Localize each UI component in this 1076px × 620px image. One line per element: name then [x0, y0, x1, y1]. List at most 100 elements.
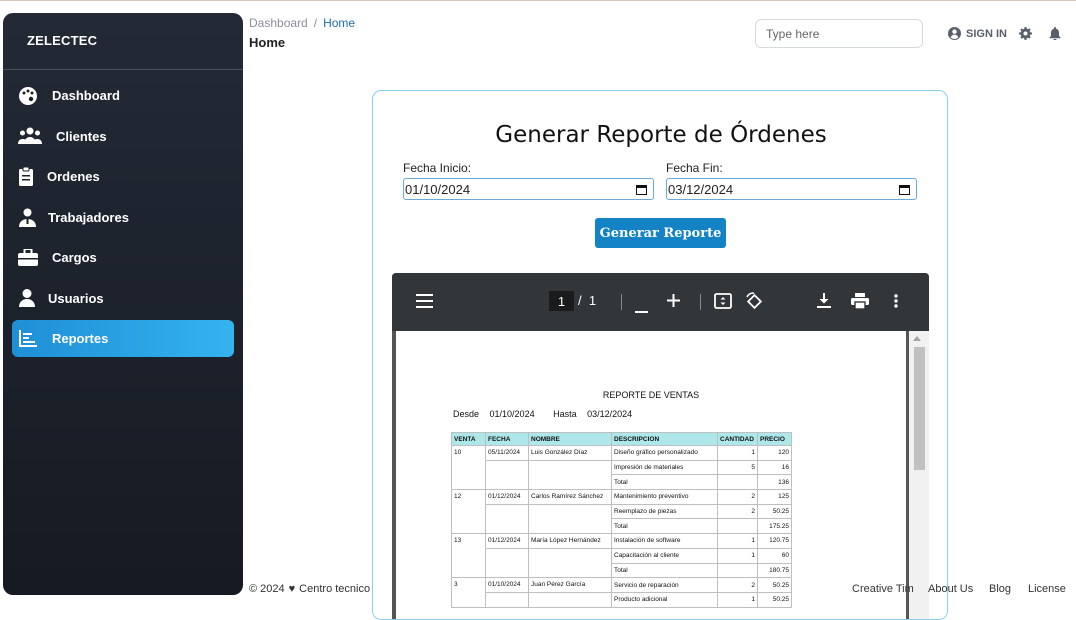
cell-precio: 60: [757, 547, 792, 564]
cell-fecha: [485, 547, 529, 579]
calendar-icon[interactable]: [899, 184, 910, 195]
rotate-icon[interactable]: [745, 292, 763, 315]
cell-cantidad: 2: [717, 489, 758, 505]
cell-nombre: Carlos Ramírez Sánchez: [528, 489, 612, 505]
sidebar-nav: Dashboard Clientes Ordenes Trabajadores …: [3, 77, 243, 361]
cell-nombre: Luis González Díaz: [528, 445, 612, 461]
gear-icon[interactable]: [1019, 27, 1032, 45]
sidebar-item-dashboard[interactable]: Dashboard: [12, 77, 234, 114]
search-input[interactable]: [755, 19, 923, 48]
table-row: 12 01/12/2024 Carlos Ramírez Sánchez Man…: [451, 489, 792, 535]
cell-cantidad: [717, 474, 758, 491]
toolbar-divider: [621, 294, 622, 310]
pdf-page: REPORTE DE VENTAS Desde 01/10/2024 Hasta…: [396, 331, 906, 619]
footer-link-blog[interactable]: Blog: [989, 583, 1011, 595]
start-date-value: 01/10/2024: [405, 181, 471, 197]
bell-icon[interactable]: [1049, 27, 1061, 45]
calendar-icon[interactable]: [636, 184, 647, 195]
end-date-value: 03/12/2024: [668, 181, 734, 197]
cell-descripcion: Total: [611, 474, 718, 491]
pdf-toolbar: 1 / 1: [392, 273, 929, 331]
cell-precio: 120.75: [757, 533, 792, 549]
cell-nombre: [528, 459, 612, 491]
sidebar-item-cargos[interactable]: Cargos: [12, 239, 234, 276]
end-date-input[interactable]: 03/12/2024: [666, 178, 917, 200]
cell-nombre: Juan Pérez García: [528, 577, 612, 593]
cell-fecha: 01/12/2024: [485, 533, 529, 549]
cell-descripcion: Impresión de materiales: [611, 459, 718, 476]
sidebar-item-ordenes[interactable]: Ordenes: [12, 158, 234, 195]
more-options-icon[interactable]: [894, 294, 898, 313]
footer-link-creative-tim[interactable]: Creative Tim: [852, 583, 914, 595]
sidebar-item-label: Dashboard: [52, 88, 120, 103]
from-label: Desde: [453, 409, 480, 419]
sidebar-item-label: Trabajadores: [48, 209, 129, 225]
generate-report-button[interactable]: Generar Reporte: [595, 218, 726, 248]
scroll-up-arrow[interactable]: [913, 336, 921, 341]
signin-button[interactable]: SIGN IN: [948, 27, 1007, 40]
top-border: [0, 0, 1076, 1]
cell-venta: 3: [451, 577, 486, 608]
zoom-in-icon[interactable]: [667, 294, 680, 312]
column-header: FECHA: [485, 432, 529, 446]
report-title: REPORTE DE VENTAS: [602, 390, 700, 400]
cell-descripcion: Total: [611, 562, 718, 579]
cell-descripcion: Diseño gráfico personalizado: [611, 445, 718, 461]
zoom-out-icon[interactable]: [635, 300, 648, 318]
cell-descripcion: Mantenimiento preventivo: [611, 489, 718, 505]
breadcrumb-separator: /: [313, 16, 318, 30]
cell-descripcion: Total: [611, 518, 718, 535]
fit-page-icon[interactable]: [714, 293, 732, 314]
download-icon[interactable]: [817, 293, 831, 313]
column-header: VENTA: [451, 432, 486, 446]
toolbar-divider: [700, 294, 701, 310]
sidebar-item-label: Cargos: [52, 250, 97, 265]
column-header: PRECIO: [757, 432, 792, 446]
pdf-viewer: 1 / 1 REPORTE DE VENTAS Desde 01/10/2024…: [392, 273, 929, 619]
cell-precio: 180.75: [757, 562, 792, 579]
signin-label: SIGN IN: [966, 27, 1007, 40]
cell-cantidad: [717, 562, 758, 579]
sidebar-item-reportes[interactable]: Reportes: [12, 320, 234, 357]
report-date-range: Desde 01/10/2024 Hasta 03/12/2024: [453, 409, 640, 419]
credit-text: Centro tecnico: [299, 583, 371, 595]
breadcrumb-root[interactable]: Dashboard: [249, 16, 308, 30]
page-title: Home: [249, 35, 286, 50]
cell-cantidad: 2: [717, 577, 758, 593]
breadcrumb: Dashboard / Home: [249, 16, 355, 30]
cell-descripcion: Instalación de software: [611, 533, 718, 549]
report-card: Generar Reporte de Órdenes Fecha Inicio:…: [372, 90, 948, 620]
brand-name: ZELECTEC: [27, 33, 98, 48]
report-table: VENTA FECHA NOMBRE DESCRIPCION CANTIDAD …: [451, 432, 792, 608]
cell-precio: 125: [757, 489, 792, 505]
footer-link-license[interactable]: License: [1028, 583, 1066, 595]
table-row: 13 01/12/2024 María López Hernández Inst…: [451, 533, 792, 579]
sidebar-item-label: Clientes: [56, 128, 107, 144]
cell-precio: 120: [757, 445, 792, 461]
menu-icon[interactable]: [416, 294, 433, 313]
column-header: NOMBRE: [528, 432, 612, 446]
users-icon: [17, 125, 43, 147]
pdf-scrollbar-thumb[interactable]: [914, 347, 925, 470]
breadcrumb-current: Home: [323, 16, 356, 30]
cell-fecha: 01/12/2024: [485, 489, 529, 505]
sidebar-item-clientes[interactable]: Clientes: [12, 118, 234, 155]
cell-cantidad: 1: [717, 533, 758, 549]
to-value: 03/12/2024: [587, 409, 633, 419]
sidebar-item-trabajadores[interactable]: Trabajadores: [12, 199, 234, 236]
sidebar: ZELECTEC Dashboard Clientes Ordenes Trab…: [3, 13, 243, 595]
sidebar-item-usuarios[interactable]: Usuarios: [12, 280, 234, 317]
footer-copyright: © 2024 ♥ Centro tecnico: [249, 583, 370, 595]
start-date-input[interactable]: 01/10/2024: [403, 178, 654, 200]
palette-icon: [17, 85, 39, 107]
print-icon[interactable]: [851, 293, 869, 314]
cell-fecha: [485, 459, 529, 491]
cell-precio: 50.25: [757, 503, 792, 520]
cell-venta: 12: [451, 489, 486, 535]
column-header: CANTIDAD: [717, 432, 758, 446]
page-number-input[interactable]: 1: [549, 291, 574, 311]
footer-link-about-us[interactable]: About Us: [928, 583, 973, 595]
sidebar-item-label: Ordenes: [47, 169, 100, 184]
page-count: / 1: [578, 293, 596, 308]
heart-icon: ♥: [288, 583, 296, 595]
